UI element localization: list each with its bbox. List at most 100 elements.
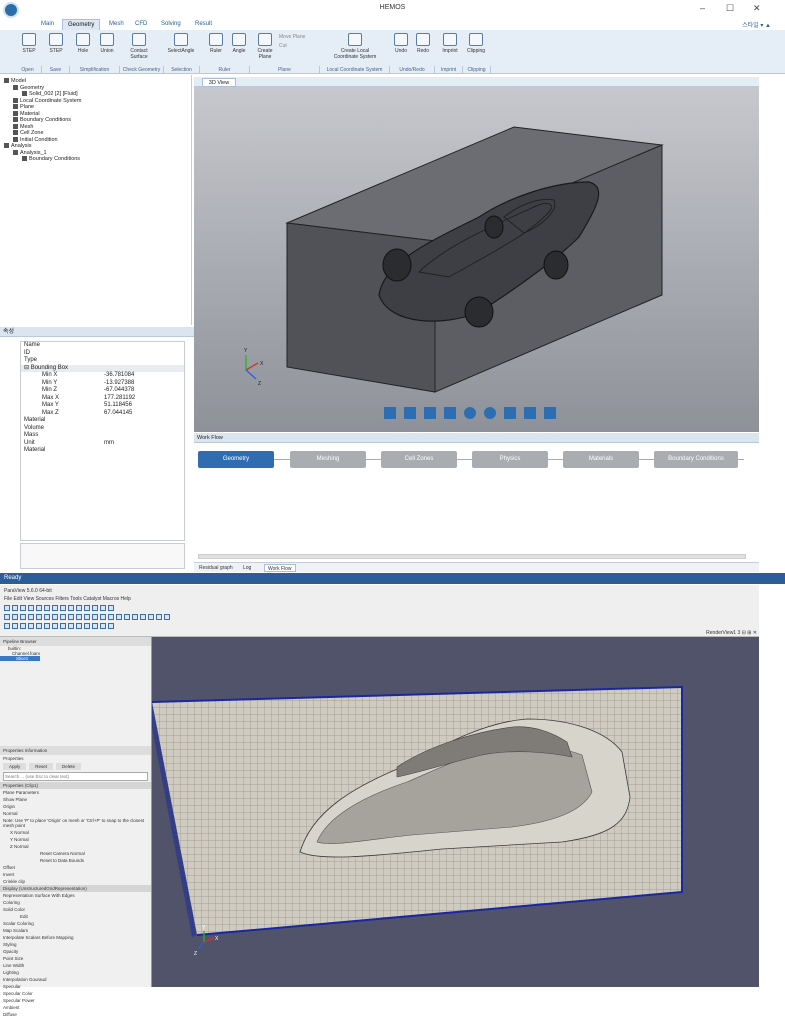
workflow-header: Work Flow <box>194 433 759 443</box>
cut-button[interactable]: Cut <box>279 43 287 49</box>
workflow-step-geometry[interactable]: Geometry <box>198 451 274 468</box>
solid-color-select[interactable]: Solid Color <box>0 906 151 913</box>
property-row[interactable]: Max X 177.281192 <box>21 395 184 403</box>
paraview-menu[interactable]: File Edit View Sources Filters Tools Cat… <box>4 596 131 602</box>
angle-button[interactable]: Angle <box>226 33 252 54</box>
origin-field[interactable]: Origin <box>0 803 151 810</box>
opacity-slider[interactable]: Opacity <box>0 948 151 955</box>
property-row[interactable]: Name <box>21 342 184 350</box>
diffuse-slider[interactable]: Diffuse <box>0 1011 151 1018</box>
normal-field[interactable]: Normal <box>0 810 151 817</box>
style-menu[interactable]: 스타일 ▾ ▲ <box>742 20 771 29</box>
specular-power-slider[interactable]: Specular Power <box>0 997 151 1004</box>
tree-item-label: Analysis_1 <box>20 149 47 156</box>
union-icon <box>100 33 114 46</box>
search-input[interactable]: Search ... (use Esc to clear text) <box>3 772 148 781</box>
create-lcs-button[interactable]: Create Local Coordinate System <box>330 33 380 60</box>
minimize-button[interactable]: – <box>700 3 705 13</box>
tab-information[interactable]: Information <box>25 748 48 753</box>
properties-panel-label: Properties <box>3 756 24 761</box>
workflow-step-boundary-conditions[interactable]: Boundary Conditions <box>654 451 738 468</box>
contact-surface-button[interactable]: Contact Surface <box>122 33 156 60</box>
workflow-step-meshing[interactable]: Meshing <box>290 451 366 468</box>
interpolation-select[interactable]: Interpolation Gouraud <box>0 976 151 983</box>
property-row[interactable]: Min X -36.781084 <box>21 372 184 380</box>
specular-slider[interactable]: Specular <box>0 983 151 990</box>
representation-value[interactable]: Surface With Edges <box>35 893 75 898</box>
clipping-button[interactable]: Clipping <box>463 33 489 54</box>
tab-cfd[interactable]: CFD <box>130 19 152 30</box>
paraview-render-view[interactable]: Y X Z <box>151 637 759 987</box>
property-row[interactable]: Material <box>21 447 184 455</box>
tab-log[interactable]: Log <box>240 564 254 572</box>
tab-geometry[interactable]: Geometry <box>62 19 101 30</box>
tab-main[interactable]: Main <box>36 19 59 30</box>
crinkle-checkbox[interactable]: Crinkle clip <box>0 878 151 885</box>
maximize-button[interactable]: ☐ <box>726 3 734 14</box>
select-angle-button[interactable]: SelectAngle <box>164 33 198 54</box>
point-size-field[interactable]: Point Size <box>0 955 151 962</box>
property-row[interactable]: Material <box>21 417 184 425</box>
undo-button[interactable]: Undo <box>391 33 411 54</box>
offset-field[interactable]: Offset <box>0 864 151 871</box>
view-toolbar <box>384 407 556 419</box>
reset-data-bounds-button[interactable]: Reset to Data Bounds <box>0 857 151 864</box>
map-scalars-checkbox[interactable]: Map Scalars <box>0 927 151 934</box>
property-row[interactable]: ID <box>21 350 184 358</box>
property-row[interactable]: Volume <box>21 425 184 433</box>
y-normal-button[interactable]: Y Normal <box>0 836 151 843</box>
tab-mesh[interactable]: Mesh <box>104 19 129 30</box>
property-row[interactable]: Min Z -67.044378 <box>21 387 184 395</box>
property-row[interactable]: Mass <box>21 432 184 440</box>
pv-axis-x-label: X <box>215 936 219 942</box>
reset-button[interactable]: Reset <box>29 763 54 770</box>
section-display[interactable]: Display (UnstructuredGridRepresentation) <box>0 885 151 892</box>
delete-button[interactable]: Delete <box>56 763 82 770</box>
workflow-step-cell-zones[interactable]: Cell Zones <box>381 451 457 468</box>
representation-field[interactable]: Representation Surface With Edges <box>0 892 151 899</box>
section-properties[interactable]: Properties (Clip1) <box>0 782 151 789</box>
z-normal-button[interactable]: Z Normal <box>0 843 151 850</box>
tab-properties[interactable]: Properties <box>3 748 24 753</box>
paraview-toolbar-2 <box>4 614 172 622</box>
property-row[interactable]: Max Z 67.044145 <box>21 410 184 418</box>
show-plane-checkbox[interactable]: Show Plane <box>0 796 151 803</box>
create-plane-button[interactable]: Create Plane <box>252 33 278 60</box>
tab-residual-graph[interactable]: Residual graph <box>196 564 236 572</box>
group-open: Open <box>14 66 42 74</box>
tab-3d-view[interactable]: 3D View <box>202 78 236 87</box>
step-save-button[interactable]: STEP <box>43 33 69 54</box>
tab-solving[interactable]: Solving <box>156 19 186 30</box>
property-row[interactable]: Max Y 51.118456 <box>21 402 184 410</box>
property-row[interactable]: Unit mm <box>21 440 184 448</box>
ambient-slider[interactable]: Ambient <box>0 1004 151 1011</box>
apply-button[interactable]: Apply <box>3 763 27 770</box>
union-button[interactable]: Union <box>94 33 120 54</box>
property-row[interactable]: ⊟ Bounding Box <box>21 364 184 372</box>
workflow-step-materials[interactable]: Materials <box>563 451 639 468</box>
tab-result[interactable]: Result <box>190 19 217 30</box>
invert-checkbox[interactable]: Invert <box>0 871 151 878</box>
move-plane-button[interactable]: Move Plane <box>279 34 305 40</box>
imprint-button[interactable]: Imprint <box>437 33 463 54</box>
line-width-field[interactable]: Line Width <box>0 962 151 969</box>
redo-button[interactable]: Redo <box>413 33 433 54</box>
close-button[interactable]: ✕ <box>753 3 761 14</box>
3d-viewport[interactable]: Y X Z <box>194 87 759 432</box>
specular-color-button[interactable]: Specular Color <box>0 990 151 997</box>
property-row[interactable]: Min Y -13.927388 <box>21 380 184 388</box>
x-normal-button[interactable]: X Normal <box>0 829 151 836</box>
property-row[interactable]: Type <box>21 357 184 365</box>
imprint-icon <box>443 33 457 46</box>
property-name: Max Y <box>42 402 59 408</box>
interpolate-checkbox[interactable]: Interpolate Scalars Before Mapping <box>0 934 151 941</box>
edit-button[interactable]: Edit <box>0 913 151 920</box>
tree-item[interactable]: Boundary Conditions <box>4 156 191 163</box>
tree-node-icon <box>4 143 9 149</box>
workflow-scrollbar[interactable] <box>198 554 746 559</box>
tab-work-flow[interactable]: Work Flow <box>264 564 296 572</box>
reset-camera-normal-button[interactable]: Reset Camera Normal <box>0 850 151 857</box>
workflow-step-physics[interactable]: Physics <box>472 451 548 468</box>
step-open-button[interactable]: STEP <box>16 33 42 54</box>
hole-button[interactable]: Hole <box>70 33 96 54</box>
